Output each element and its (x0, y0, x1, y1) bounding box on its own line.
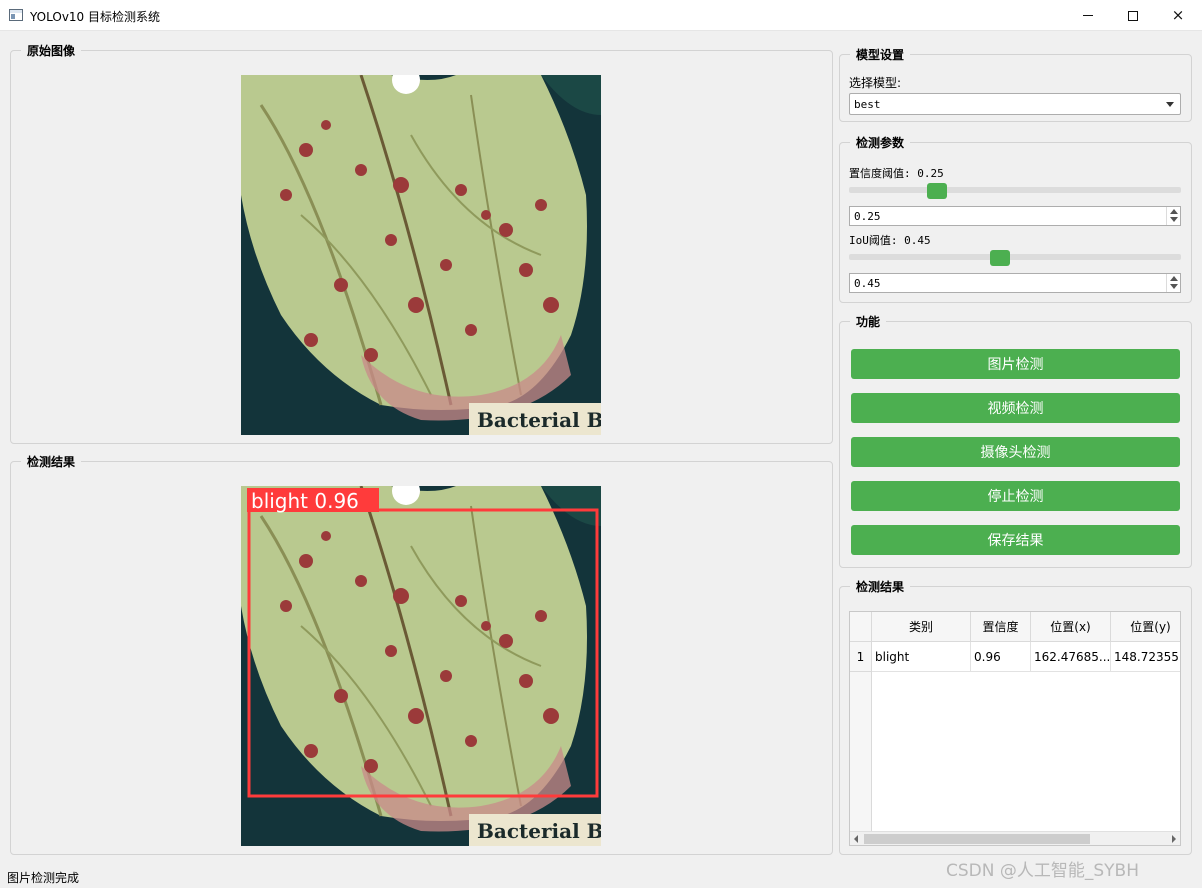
iou-threshold-label: IoU阈值: 0.45 (849, 234, 931, 247)
maximize-icon (1128, 10, 1138, 21)
leaf-image-result: Bacterial Blight blight 0.96 (241, 486, 601, 846)
iou-slider[interactable] (849, 254, 1181, 260)
close-icon: × (1171, 6, 1185, 24)
column-header-pos-y[interactable]: 位置(y) (1111, 612, 1180, 642)
select-model-label: 选择模型: (849, 76, 902, 90)
table-cell-pos-x[interactable]: 162.47685... (1031, 642, 1111, 672)
stop-detect-button[interactable]: 停止检测 (851, 481, 1180, 511)
results-table[interactable]: 类别 置信度 位置(x) 位置(y) 1 blight 0.96 162.476… (849, 611, 1181, 846)
table-cell-pos-y[interactable]: 148.72355... (1111, 642, 1180, 672)
detect-params-title: 检测参数 (850, 134, 911, 151)
iou-spin-arrows[interactable] (1166, 274, 1180, 292)
table-row-header[interactable]: 1 (850, 642, 872, 672)
close-button[interactable]: × (1155, 0, 1201, 31)
row-header-empty (850, 672, 872, 845)
conf-slider[interactable] (849, 187, 1181, 193)
table-corner[interactable] (850, 612, 872, 642)
window-title: YOLOv10 目标检测系统 (30, 10, 161, 24)
result-image-title: 检测结果 (21, 453, 82, 470)
functions-title: 功能 (850, 313, 887, 330)
app-window-icon (9, 9, 23, 21)
leaf-image-original: Bacterial Blight (241, 75, 601, 435)
image-detect-button[interactable]: 图片检测 (851, 349, 1180, 379)
original-image: Bacterial Blight (241, 75, 601, 435)
minimize-icon (1083, 15, 1093, 16)
status-text: 图片检测完成 (7, 871, 80, 885)
model-select[interactable]: best (849, 93, 1181, 115)
minimize-button[interactable] (1065, 0, 1111, 31)
conf-threshold-label: 置信度阈值: 0.25 (849, 167, 944, 180)
spin-up-icon[interactable] (1170, 276, 1178, 281)
iou-spinbox-value: 0.45 (854, 277, 881, 290)
scrollbar-thumb[interactable] (864, 834, 1090, 844)
result-image-caption: Bacterial Blight (477, 819, 601, 843)
conf-spin-arrows[interactable] (1166, 207, 1180, 225)
table-cell-confidence[interactable]: 0.96 (971, 642, 1031, 672)
original-image-title: 原始图像 (21, 42, 82, 59)
camera-detect-button[interactable]: 摄像头检测 (851, 437, 1180, 467)
spin-down-icon[interactable] (1170, 284, 1178, 289)
column-header-pos-x[interactable]: 位置(x) (1031, 612, 1111, 642)
video-detect-button[interactable]: 视频检测 (851, 393, 1180, 423)
results-table-title: 检测结果 (850, 578, 911, 595)
watermark: CSDN @人工智能_SYBH (946, 861, 1139, 881)
spin-up-icon[interactable] (1170, 209, 1178, 214)
iou-spinbox[interactable]: 0.45 (849, 273, 1181, 293)
result-image: Bacterial Blight blight 0.96 (241, 486, 601, 846)
column-header-confidence[interactable]: 置信度 (971, 612, 1031, 642)
conf-spinbox[interactable]: 0.25 (849, 206, 1181, 226)
conf-spinbox-value: 0.25 (854, 210, 881, 223)
model-settings-title: 模型设置 (850, 46, 911, 63)
chevron-down-icon (1166, 102, 1174, 107)
detection-label: blight 0.96 (251, 489, 359, 513)
column-header-class[interactable]: 类别 (872, 612, 971, 642)
model-select-value: best (854, 98, 881, 111)
title-bar: YOLOv10 目标检测系统 × (0, 0, 1202, 31)
save-results-button[interactable]: 保存结果 (851, 525, 1180, 555)
maximize-button[interactable] (1110, 0, 1156, 31)
original-image-caption: Bacterial Blight (477, 408, 601, 432)
iou-slider-handle[interactable] (990, 250, 1010, 266)
table-cell-class[interactable]: blight (872, 642, 971, 672)
conf-slider-handle[interactable] (927, 183, 947, 199)
spin-down-icon[interactable] (1170, 217, 1178, 222)
horizontal-scrollbar[interactable] (850, 831, 1180, 845)
scroll-right-icon[interactable] (1172, 835, 1176, 843)
scroll-left-icon[interactable] (854, 835, 858, 843)
